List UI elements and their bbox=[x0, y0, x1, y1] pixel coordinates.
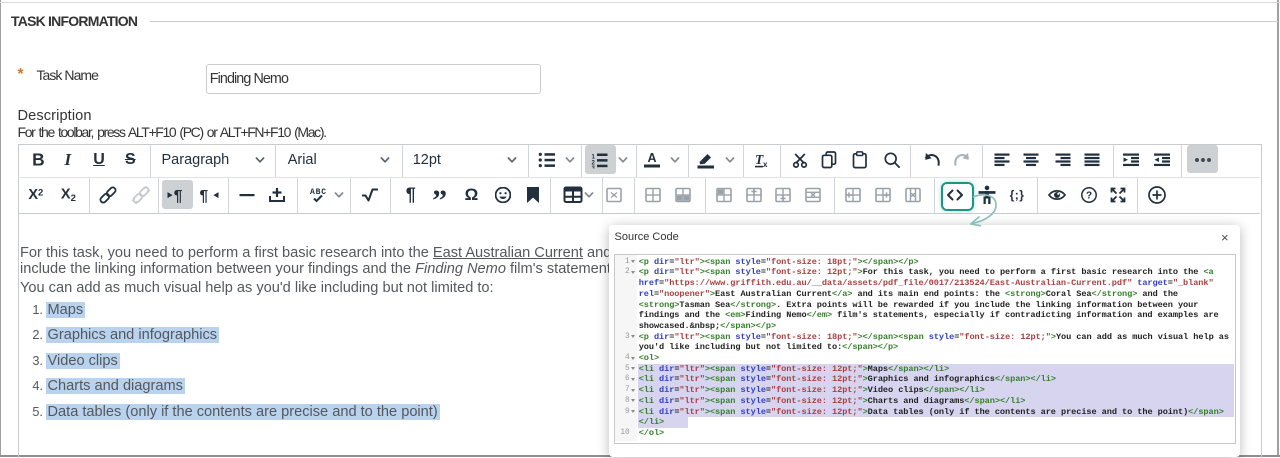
svg-text:?: ? bbox=[1086, 190, 1092, 201]
svg-text:¶: ¶ bbox=[200, 188, 209, 204]
svg-text:A: A bbox=[647, 151, 656, 165]
svg-text:ABC: ABC bbox=[310, 188, 326, 197]
svg-text:3: 3 bbox=[591, 166, 595, 169]
svg-text:x: x bbox=[763, 160, 768, 168]
svg-text:¶: ¶ bbox=[174, 188, 183, 204]
